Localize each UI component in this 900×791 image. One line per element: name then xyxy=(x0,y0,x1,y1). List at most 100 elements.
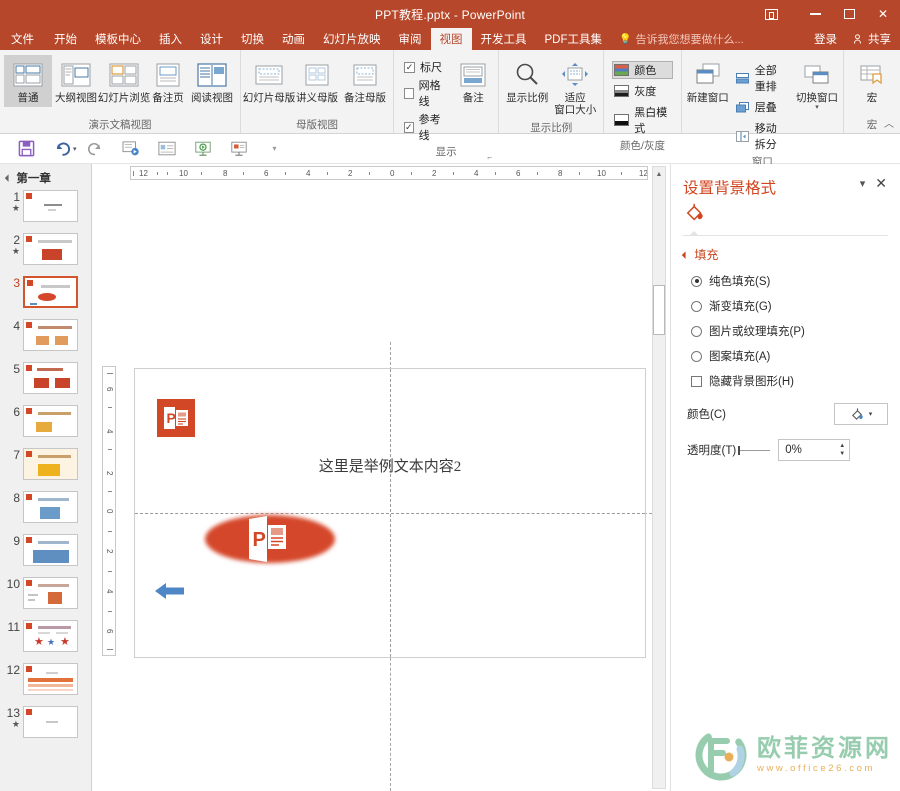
save-button[interactable] xyxy=(8,136,44,162)
thumbnail-slide-5[interactable]: 5 xyxy=(4,362,85,394)
radio-pattern-fill[interactable]: 图案填充(A) xyxy=(691,348,900,364)
notes-button[interactable]: 备注 xyxy=(452,55,494,107)
thumbnail-image[interactable] xyxy=(23,577,78,609)
thumbnail-slide-2[interactable]: 2 ★ xyxy=(4,233,85,265)
new-slide-button[interactable] xyxy=(149,136,185,162)
checkbox-hide-background-graphics[interactable]: 隐藏背景图形(H) xyxy=(691,373,900,389)
ribbon-display-options-button[interactable] xyxy=(754,0,788,28)
thumbnail-slide-12[interactable]: 12 xyxy=(4,663,85,695)
fit-to-window-button[interactable]: 适应 窗口大小 xyxy=(551,55,599,119)
thumbnail-slide-10[interactable]: 10 xyxy=(4,577,85,609)
thumbnail-image[interactable] xyxy=(23,491,78,523)
thumbnail-image[interactable] xyxy=(23,405,78,437)
close-pane-button[interactable]: ✕ xyxy=(870,176,892,191)
zoom-button[interactable]: 显示比例 xyxy=(503,55,551,107)
thumbnail-image[interactable]: ★ ★ ★ xyxy=(23,620,78,652)
thumbnail-image[interactable] xyxy=(23,448,78,480)
thumbnail-slide-4[interactable]: 4 xyxy=(4,319,85,351)
slide-body-text[interactable]: 这里是举例文本内容2 xyxy=(319,455,462,476)
fill-group-collapse-icon[interactable]: ◣ xyxy=(681,250,690,259)
view-normal-button[interactable]: 普通 xyxy=(4,55,52,108)
editor-vertical-scrollbar[interactable]: ▲ xyxy=(652,166,666,789)
transparency-slider-handle[interactable] xyxy=(738,445,741,455)
thumbnail-slide-11[interactable]: 11 ★ ★ ★ xyxy=(4,620,85,652)
thumbnail-slide-1[interactable]: 1 ★ xyxy=(4,190,85,222)
thumbnail-slide-9[interactable]: 9 xyxy=(4,534,85,566)
scroll-up-arrow-icon[interactable]: ▲ xyxy=(653,167,665,181)
tab-pdf-tools[interactable]: PDF工具集 xyxy=(536,28,612,50)
maximize-button[interactable] xyxy=(832,0,866,28)
thumbnail-image-selected[interactable] xyxy=(23,276,78,308)
tab-insert[interactable]: 插入 xyxy=(150,28,191,50)
view-slide-sorter-button[interactable]: 幻灯片浏览 xyxy=(98,55,150,107)
pane-options-button[interactable]: ▾ xyxy=(855,176,871,191)
cascade-button[interactable]: 层叠 xyxy=(734,98,791,116)
checkbox-guides[interactable]: ✓ 参考线 xyxy=(404,111,446,143)
show-dialog-launcher[interactable]: ⌐ xyxy=(485,150,494,162)
slide-master-button[interactable]: 幻灯片母版 xyxy=(243,55,295,107)
slide-edit-pane[interactable]: 12 10 8 6 4 2 0 2 4 6 8 10 12 6 4 2 0 2 … xyxy=(92,164,670,791)
thumbnail-slide-3[interactable]: 3 xyxy=(4,276,85,308)
slide-canvas[interactable]: P 这里是举例文本内容2 P xyxy=(134,368,646,658)
radio-gradient-fill[interactable]: 渐变填充(G) xyxy=(691,298,900,314)
transparency-value[interactable]: 0% xyxy=(779,444,835,456)
section-header[interactable]: ◣ 第一章 xyxy=(0,164,91,190)
transparency-spinner[interactable]: 0% ▲ ▼ xyxy=(778,439,851,461)
redo-button[interactable] xyxy=(77,136,113,162)
vertical-ruler[interactable]: 6 4 2 0 2 4 6 xyxy=(102,366,116,656)
collapse-ribbon-button[interactable]: ︿ xyxy=(884,115,894,130)
thumbnail-image[interactable] xyxy=(23,362,78,394)
spinner-down-icon[interactable]: ▼ xyxy=(839,451,845,457)
tab-transitions[interactable]: 切换 xyxy=(232,28,273,50)
powerpoint-logo-ellipse-group[interactable]: P xyxy=(205,509,335,569)
thumbnail-slide-13[interactable]: 13 ★ xyxy=(4,706,85,738)
macro-button[interactable]: 宏 xyxy=(848,55,896,107)
view-reading-button[interactable]: 阅读视图 xyxy=(188,55,236,107)
color-mode-color-button[interactable]: 颜色 xyxy=(612,61,673,79)
thumbnail-image[interactable] xyxy=(23,706,78,738)
thumbnail-image[interactable] xyxy=(23,534,78,566)
notes-master-button[interactable]: 备注母版 xyxy=(341,55,389,107)
thumbnail-image[interactable] xyxy=(23,663,78,695)
new-window-button[interactable]: 新建窗口 xyxy=(686,55,730,107)
tell-me-search[interactable]: 💡 告诉我您想要做什么... xyxy=(611,28,744,50)
present-button[interactable] xyxy=(185,136,221,162)
section-collapse-icon[interactable]: ◣ xyxy=(4,173,13,183)
view-notes-page-button[interactable]: 备注页 xyxy=(148,55,188,107)
spinner-up-icon[interactable]: ▲ xyxy=(839,443,845,449)
thumbnail-slide-6[interactable]: 6 xyxy=(4,405,85,437)
color-mode-bw-button[interactable]: 黑白模式 xyxy=(612,103,673,137)
move-split-button[interactable]: 移动拆分 xyxy=(734,119,791,153)
horizontal-ruler[interactable]: 12 10 8 6 4 2 0 2 4 6 8 10 12 xyxy=(130,166,648,180)
share-button[interactable]: 共享 xyxy=(847,28,900,50)
tab-template-center[interactable]: 模板中心 xyxy=(86,28,150,50)
tab-home[interactable]: 开始 xyxy=(45,28,86,50)
thumbnail-image[interactable] xyxy=(23,233,78,265)
close-button[interactable]: ✕ xyxy=(866,0,900,28)
radio-picture-texture-fill[interactable]: 图片或纹理填充(P) xyxy=(691,323,900,339)
radio-solid-fill[interactable]: 纯色填充(S) xyxy=(691,273,900,289)
sign-in-button[interactable]: 登录 xyxy=(804,28,847,50)
tab-animations[interactable]: 动画 xyxy=(273,28,314,50)
thumbnail-slide-7[interactable]: 7 xyxy=(4,448,85,480)
thumbnail-image[interactable] xyxy=(23,319,78,351)
thumbnail-slide-8[interactable]: 8 xyxy=(4,491,85,523)
start-from-beginning-button[interactable] xyxy=(113,136,149,162)
color-mode-grayscale-button[interactable]: 灰度 xyxy=(612,82,673,100)
tab-design[interactable]: 设计 xyxy=(191,28,232,50)
slide-thumbnail-pane[interactable]: ◣ 第一章 1 ★ 2 ★ 3 4 5 6 7 8 9 10 11 ★ ★ ★ … xyxy=(0,164,92,791)
tab-slideshow[interactable]: 幻灯片放映 xyxy=(314,28,390,50)
tab-file[interactable]: 文件 xyxy=(0,28,45,50)
powerpoint-logo-small[interactable]: P xyxy=(157,399,195,437)
custom-show-button[interactable] xyxy=(221,136,257,162)
view-outline-button[interactable]: 大纲视图 xyxy=(52,55,100,107)
tab-view[interactable]: 视图 xyxy=(430,28,472,50)
minimize-button[interactable] xyxy=(798,0,832,28)
thumbnail-image[interactable] xyxy=(23,190,78,222)
arrange-all-button[interactable]: 全部重排 xyxy=(734,61,791,95)
tab-review[interactable]: 审阅 xyxy=(390,28,431,50)
blue-left-arrow-shape[interactable] xyxy=(155,581,185,601)
checkbox-gridlines[interactable]: 网格线 xyxy=(404,77,446,109)
fill-group-header[interactable]: ◣ 填充 xyxy=(671,236,900,263)
transparency-slider[interactable] xyxy=(738,445,771,455)
